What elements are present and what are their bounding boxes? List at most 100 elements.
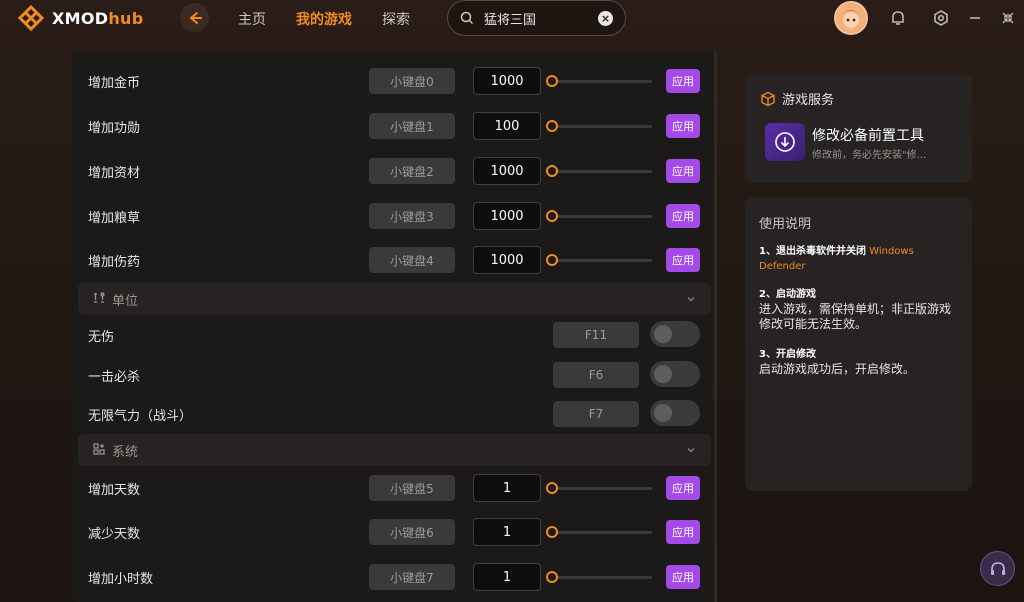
hotkey-button[interactable]: 小键盘3 [369, 203, 455, 229]
value-input[interactable]: 100 [473, 112, 541, 140]
hotkey-button[interactable]: 小键盘2 [369, 158, 455, 184]
value-input[interactable]: 1 [473, 474, 541, 502]
value-slider[interactable] [546, 210, 652, 222]
notification-icon[interactable] [889, 9, 907, 27]
value-slider[interactable] [546, 526, 652, 538]
nav-home[interactable]: 主页 [238, 9, 266, 29]
value-slider[interactable] [546, 482, 652, 494]
toggle-knob [654, 325, 672, 343]
apply-button[interactable]: 应用 [666, 565, 700, 589]
value-input[interactable]: 1000 [473, 157, 541, 185]
cheat-row: 增加功勋 小键盘1 100 应用 [72, 104, 717, 148]
avatar-image [836, 3, 866, 33]
section-header-unit[interactable]: 单位 [78, 283, 711, 315]
app-name: XMODhub [52, 8, 144, 28]
nav-my-games[interactable]: 我的游戏 [296, 9, 352, 29]
tool-title[interactable]: 修改必备前置工具 [812, 125, 924, 145]
cheat-label: 增加资材 [88, 166, 141, 181]
value-input[interactable]: 1 [473, 563, 541, 591]
hotkey-button[interactable]: 小键盘1 [369, 113, 455, 139]
cube-icon [761, 91, 775, 106]
toggle-knob [654, 365, 672, 383]
cheat-row: 增加伤药 小键盘4 1000 应用 [72, 238, 717, 282]
guide-step-3: 3、开启修改 启动游戏成功后，开启修改。 [759, 349, 916, 376]
cheat-label: 增加伤药 [88, 255, 141, 270]
value-input[interactable]: 1000 [473, 67, 541, 95]
slider-thumb[interactable] [546, 571, 558, 583]
clear-search-icon[interactable]: × [598, 11, 613, 26]
minimize-icon[interactable] [966, 9, 984, 27]
app-logo[interactable]: XMODhub [18, 5, 143, 31]
cheat-row: 增加小时数 小键盘7 1 应用 [72, 555, 717, 599]
user-avatar[interactable] [834, 1, 868, 35]
hotkey-button[interactable]: F6 [553, 362, 639, 388]
toggle-switch[interactable] [650, 400, 700, 426]
cheat-row: 增加资材 小键盘2 1000 应用 [72, 149, 717, 193]
hotkey-button[interactable]: F11 [553, 322, 639, 348]
apply-button[interactable]: 应用 [666, 248, 700, 272]
cheat-label: 增加功勋 [88, 121, 141, 136]
cheat-label: 一击必杀 [88, 370, 141, 385]
xmod-logo-icon [18, 5, 44, 31]
unit-icon [94, 292, 105, 303]
search-input[interactable]: 猛将三国 [484, 9, 536, 28]
apply-button[interactable]: 应用 [666, 159, 700, 183]
apply-button[interactable]: 应用 [666, 69, 700, 93]
tool-download-button[interactable] [765, 123, 805, 161]
slider-thumb[interactable] [546, 482, 558, 494]
settings-icon[interactable] [932, 9, 950, 27]
hotkey-button[interactable]: 小键盘0 [369, 68, 455, 94]
value-input[interactable]: 1 [473, 518, 541, 546]
value-input[interactable]: 1000 [473, 202, 541, 230]
hotkey-button[interactable]: 小键盘4 [369, 247, 455, 273]
slider-thumb[interactable] [546, 210, 558, 222]
apply-button[interactable]: 应用 [666, 520, 700, 544]
slider-thumb[interactable] [546, 254, 558, 266]
apply-button[interactable]: 应用 [666, 204, 700, 228]
section-title: 单位 [112, 294, 139, 309]
cheat-row: 无伤 F11 [72, 313, 717, 357]
value-input[interactable]: 1000 [473, 246, 541, 274]
headset-icon [990, 561, 1005, 575]
slider-thumb[interactable] [546, 526, 558, 538]
collapse-window-icon[interactable] [999, 9, 1017, 27]
hotkey-button[interactable]: F7 [553, 401, 639, 427]
toggle-switch[interactable] [650, 321, 700, 347]
hotkey-button[interactable]: 小键盘7 [369, 564, 455, 590]
hotkey-button[interactable]: 小键盘5 [369, 475, 455, 501]
guide-title: 使用说明 [759, 217, 812, 232]
cheat-label: 减少天数 [88, 527, 141, 542]
section-header-system[interactable]: 系统 [78, 434, 711, 466]
apply-button[interactable]: 应用 [666, 476, 700, 500]
download-icon [775, 132, 795, 152]
toggle-switch[interactable] [650, 361, 700, 387]
nav-explore[interactable]: 探索 [382, 9, 410, 29]
cheat-label: 无伤 [88, 330, 115, 345]
slider-thumb[interactable] [546, 165, 558, 177]
slider-thumb[interactable] [546, 120, 558, 132]
back-button[interactable] [180, 3, 209, 32]
cheat-label: 增加小时数 [88, 572, 154, 587]
chevron-down-icon[interactable] [685, 293, 697, 305]
cheat-row: 增加金币 小键盘0 1000 应用 [72, 59, 717, 103]
service-title: 游戏服务 [782, 93, 835, 108]
search-icon [460, 11, 474, 25]
support-button[interactable] [980, 551, 1015, 586]
search-box[interactable]: 猛将三国 × [447, 0, 626, 36]
hotkey-button[interactable]: 小键盘6 [369, 519, 455, 545]
toggle-knob [654, 404, 672, 422]
chevron-down-icon[interactable] [685, 444, 697, 456]
apply-button[interactable]: 应用 [666, 114, 700, 138]
guide-step-2: 2、启动游戏 进入游戏，需保持单机；非正版游戏修改可能无法生效。 [759, 289, 952, 331]
cheat-row: 增加天数 小键盘5 1 应用 [72, 466, 717, 510]
arrow-left-icon [188, 11, 202, 24]
value-slider[interactable] [546, 571, 652, 583]
value-slider[interactable] [546, 75, 652, 87]
cheat-row: 一击必杀 F6 [72, 353, 717, 397]
cheat-label: 增加粮草 [88, 211, 141, 226]
value-slider[interactable] [546, 165, 652, 177]
value-slider[interactable] [546, 254, 652, 266]
slider-thumb[interactable] [546, 75, 558, 87]
value-slider[interactable] [546, 120, 652, 132]
cheat-label: 增加天数 [88, 483, 141, 498]
